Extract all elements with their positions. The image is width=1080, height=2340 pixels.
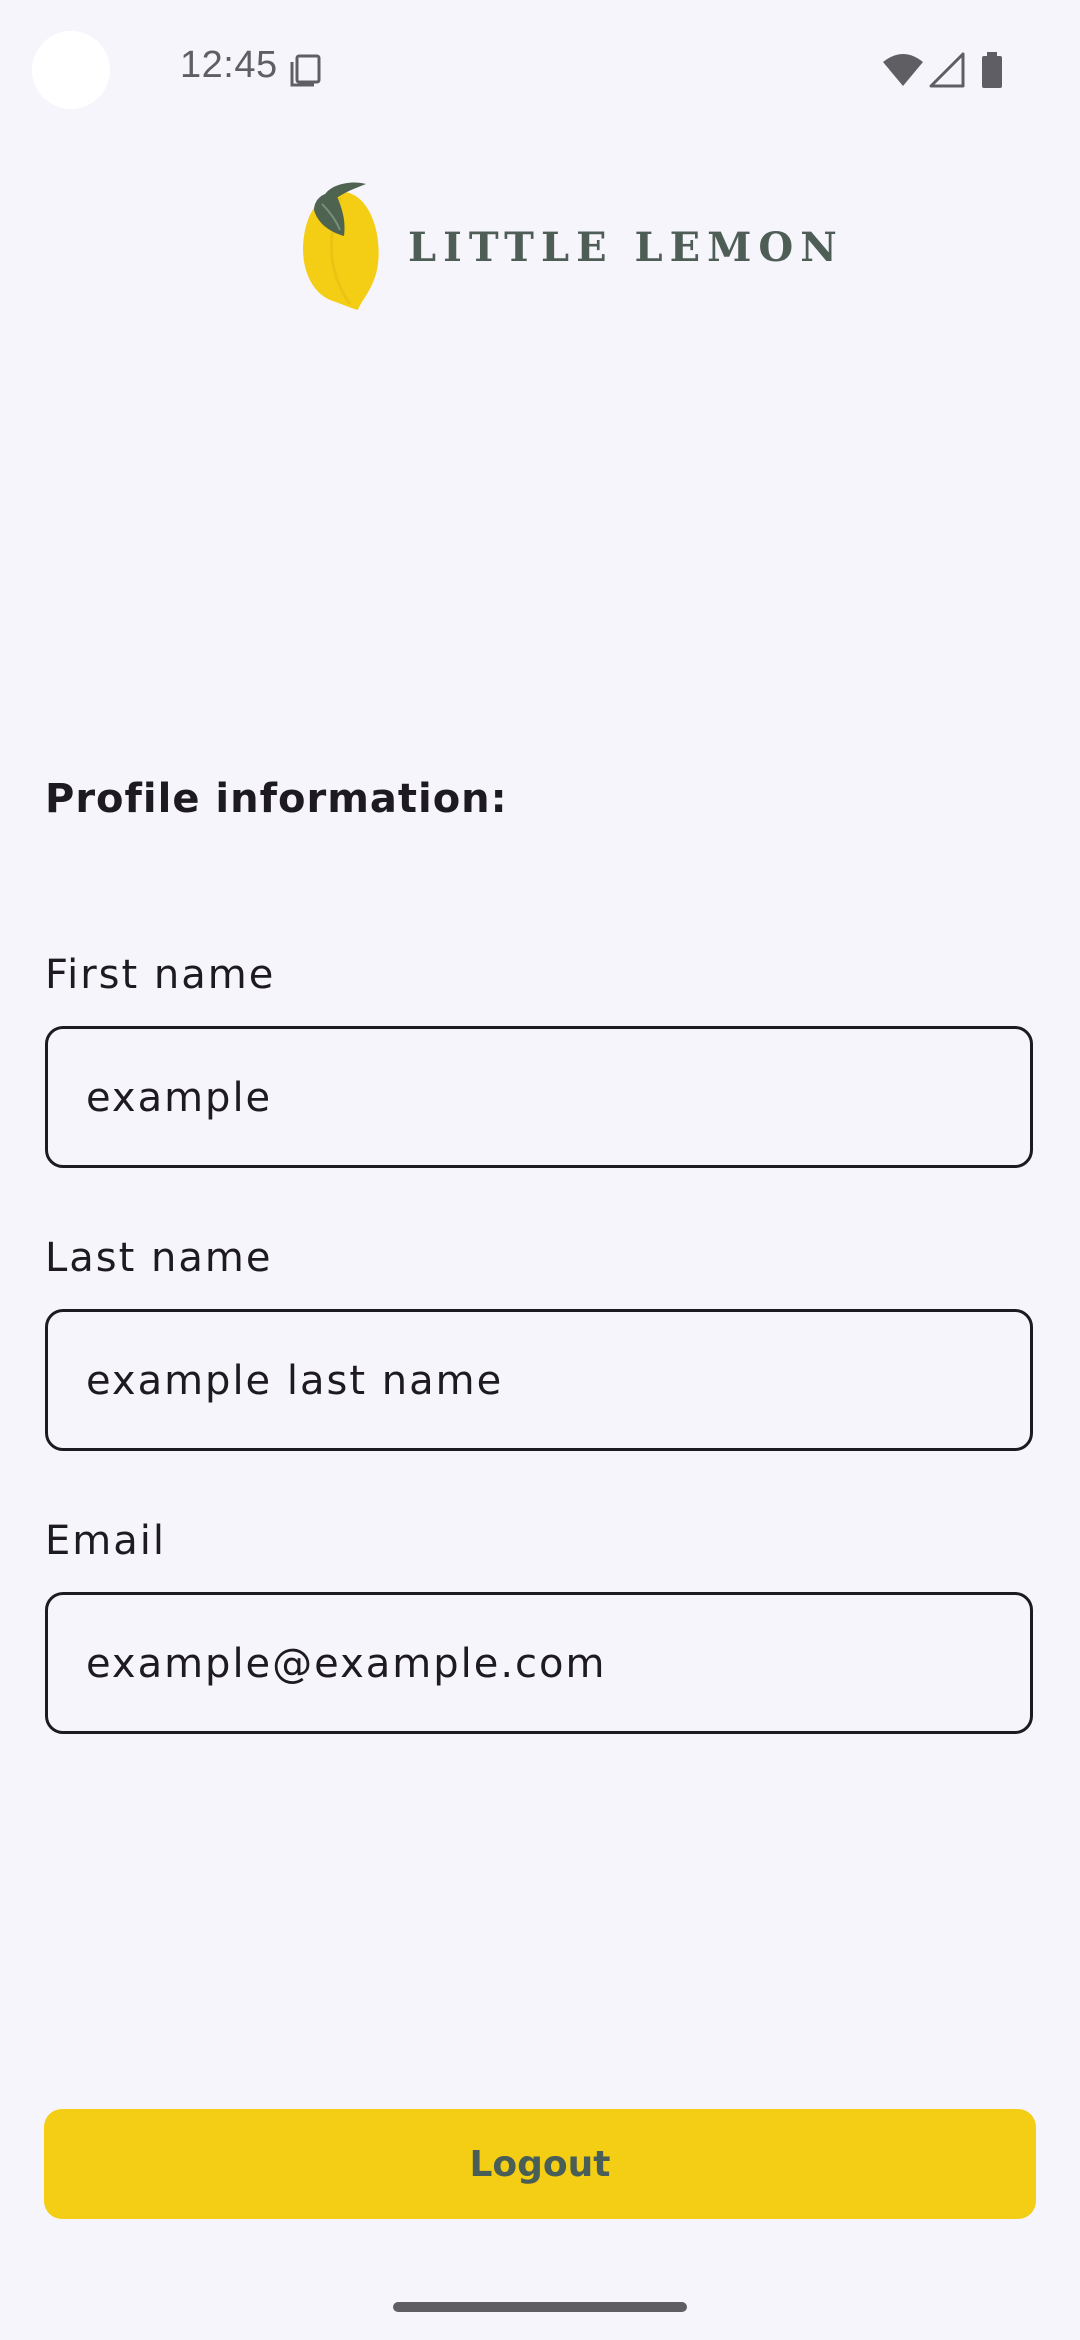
email-field[interactable]: example@example.com: [45, 1592, 1033, 1734]
sim-card-icon: [288, 52, 324, 92]
last-name-value: example last name: [86, 1358, 504, 1404]
front-camera: [32, 31, 110, 109]
first-name-label: First name: [45, 952, 276, 998]
cell-signal-icon: [928, 52, 966, 92]
status-bar: 12:45: [0, 0, 1080, 140]
first-name-field[interactable]: example: [45, 1026, 1033, 1168]
gesture-nav-handle[interactable]: [393, 2302, 687, 2312]
email-label: Email: [45, 1518, 166, 1564]
last-name-label: Last name: [45, 1235, 273, 1281]
logo-text: LITTLE LEMON: [408, 224, 844, 271]
profile-screen: 12:45 LITTLE LEMON Profile information: …: [0, 0, 1080, 2340]
first-name-value: example: [86, 1075, 273, 1121]
email-value: example@example.com: [86, 1641, 607, 1687]
lemon-icon: [300, 178, 390, 317]
profile-section-title: Profile information:: [45, 776, 508, 822]
wifi-icon: [882, 52, 924, 92]
status-time: 12:45: [180, 44, 278, 86]
little-lemon-logo: LITTLE LEMON: [300, 178, 837, 318]
battery-icon: [980, 52, 1004, 94]
last-name-field[interactable]: example last name: [45, 1309, 1033, 1451]
logout-button[interactable]: Logout: [44, 2109, 1036, 2219]
